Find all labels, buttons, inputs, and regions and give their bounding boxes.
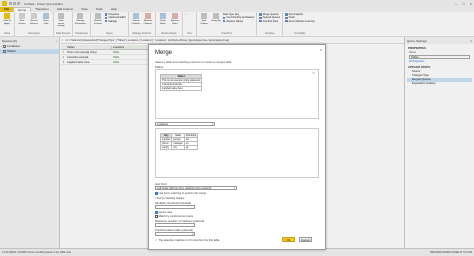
max-matches-input[interactable] bbox=[155, 223, 195, 227]
dialog-description: Select a table and matching columns to c… bbox=[155, 60, 233, 64]
table1-preview-box: ⟳ Table1 This is not example string stat… bbox=[155, 69, 319, 119]
fuzzy-options-toggle[interactable]: ▿ Fuzzy matching options bbox=[155, 197, 184, 200]
checkbox-checked-icon bbox=[155, 192, 158, 195]
ok-button[interactable]: OK bbox=[282, 237, 295, 242]
checkbox-icon bbox=[155, 215, 158, 218]
second-table-select[interactable]: Locations bbox=[155, 122, 215, 127]
table2-preview: City State Countries supplier groups per… bbox=[159, 133, 199, 150]
join-kind-select[interactable]: Left Outer (all from first, matching fro… bbox=[155, 186, 237, 191]
ignore-case-checkbox[interactable]: Ignore case bbox=[155, 211, 172, 214]
close-dialog-icon[interactable]: × bbox=[320, 47, 322, 52]
fuzzy-matching-checkbox[interactable]: Use fuzzy matching to perform the merge bbox=[155, 192, 206, 195]
table2-preview-box: City State Countries supplier groups per… bbox=[155, 128, 319, 178]
dialog-title: Merge bbox=[155, 50, 173, 56]
table-row: This is not example string statement bbox=[159, 78, 203, 83]
combine-text-parts-checkbox[interactable]: Match by combining text parts bbox=[155, 215, 193, 218]
table-row: supply city ok bbox=[159, 145, 199, 150]
match-status: ✓ The selection matches 3 of 3 rows from… bbox=[155, 238, 221, 242]
table-row: supplied value here bbox=[159, 86, 203, 91]
checkbox-checked-icon bbox=[155, 211, 158, 214]
cancel-button[interactable]: Cancel bbox=[299, 237, 312, 242]
merge-dialog: × Merge Select a table and matching colu… bbox=[148, 44, 326, 250]
table1-preview: Table1 This is not example string statem… bbox=[159, 74, 203, 91]
transformation-table-select[interactable] bbox=[155, 232, 195, 237]
threshold-input[interactable] bbox=[155, 205, 195, 209]
checkmark-icon: ✓ bbox=[155, 238, 158, 242]
table2-column-countries[interactable]: Countries bbox=[183, 133, 199, 138]
refresh-preview-icon[interactable]: ⟳ bbox=[312, 71, 315, 75]
